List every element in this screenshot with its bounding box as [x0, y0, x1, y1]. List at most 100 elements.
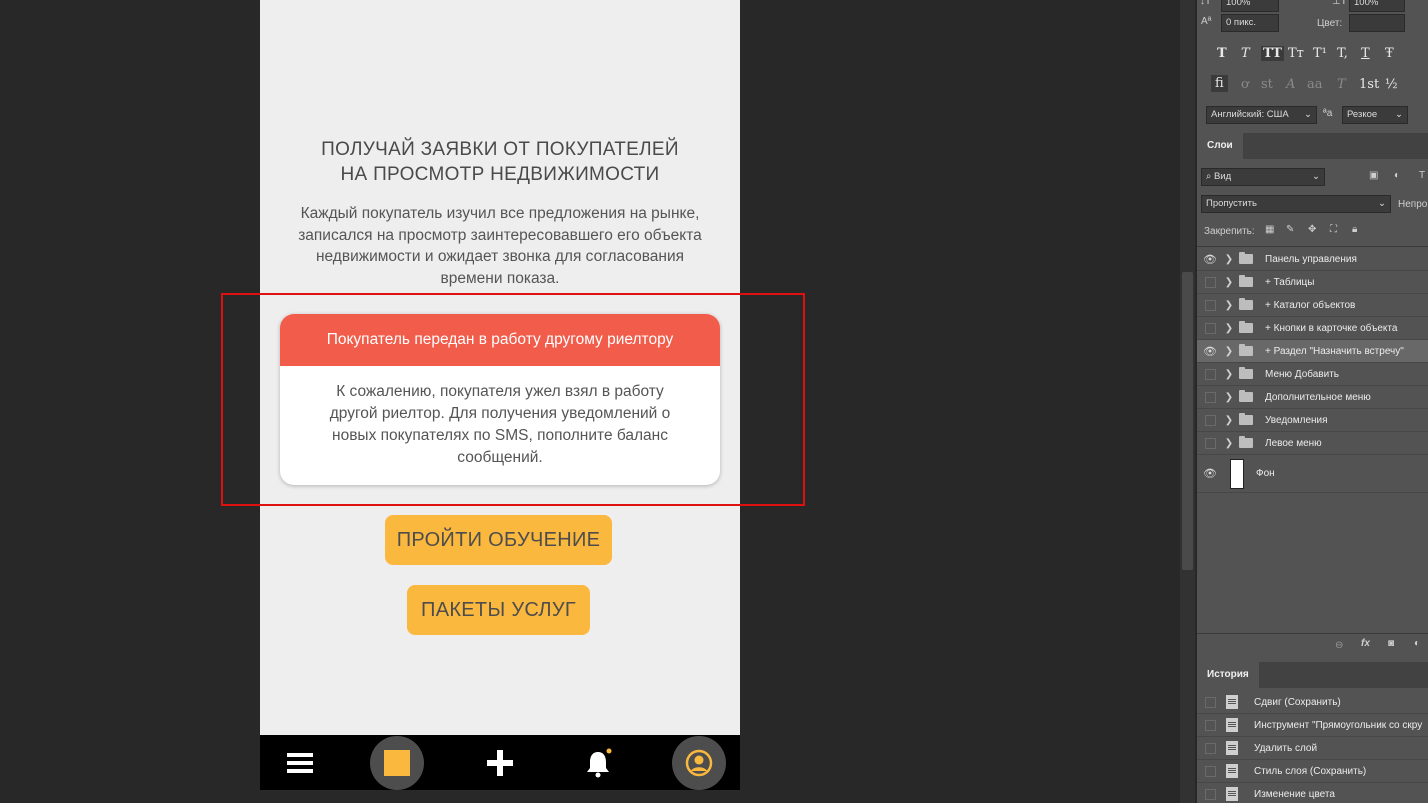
chevron-right-icon[interactable]: ❯: [1223, 369, 1235, 380]
layer-name: Дополнительное меню: [1265, 391, 1371, 403]
eye-icon[interactable]: 👁︎: [1197, 467, 1223, 480]
visibility-toggle[interactable]: [1197, 414, 1223, 426]
profile-tab[interactable]: [671, 735, 727, 790]
lock-transparency-icon[interactable]: ▦: [1265, 224, 1274, 235]
layer-row[interactable]: ❯ + Таблицы: [1197, 271, 1428, 294]
photoshop-window: { "mockup": { "heading_line1": "ПОЛУЧАЙ …: [0, 0, 1428, 803]
history-item[interactable]: Удалить слой: [1197, 737, 1428, 760]
fractions-icon[interactable]: ½: [1385, 77, 1398, 92]
tab-history[interactable]: История: [1197, 662, 1259, 688]
visibility-toggle[interactable]: [1197, 322, 1223, 334]
folder-icon: [1239, 321, 1253, 333]
adjustment-layer-icon[interactable]: ◐: [1414, 638, 1420, 649]
layer-row[interactable]: ❯ Левое меню: [1197, 432, 1428, 455]
color-swatch[interactable]: [1349, 14, 1405, 32]
stylistic-alternates-icon[interactable]: st: [1261, 77, 1273, 92]
notifications-tab[interactable]: [578, 735, 618, 790]
history-label: Сдвиг (Сохранить): [1254, 696, 1341, 708]
underline-icon[interactable]: T: [1361, 46, 1370, 61]
layer-name: + Каталог объектов: [1265, 299, 1356, 311]
image-filter-icon[interactable]: ▣: [1369, 170, 1378, 181]
history-item[interactable]: Стиль слоя (Сохранить): [1197, 760, 1428, 783]
eye-icon[interactable]: 👁︎: [1197, 345, 1223, 358]
strikethrough-icon[interactable]: Ŧ: [1385, 46, 1394, 61]
history-checkbox[interactable]: [1205, 765, 1216, 777]
history-checkbox[interactable]: [1205, 742, 1216, 754]
training-button[interactable]: ПРОЙТИ ОБУЧЕНИЕ: [385, 515, 612, 565]
chevron-right-icon[interactable]: ❯: [1223, 346, 1235, 357]
tracking-field[interactable]: 100%: [1349, 0, 1405, 12]
layer-row-selected[interactable]: 👁︎ ❯ + Раздел "Назначить встречу": [1197, 340, 1428, 363]
ordinals-alt-icon[interactable]: T: [1337, 77, 1346, 92]
search-icon: ⌕: [1206, 171, 1214, 182]
chevron-down-icon: ⌄: [1395, 109, 1403, 120]
service-packages-button[interactable]: ПАКЕТЫ УСЛУГ: [407, 585, 590, 635]
lock-all-icon[interactable]: 🔒︎: [1352, 224, 1357, 235]
lock-move-icon[interactable]: ✥: [1308, 224, 1316, 235]
layer-row[interactable]: ❯ Дополнительное меню: [1197, 386, 1428, 409]
subscript-icon[interactable]: T,: [1337, 46, 1348, 61]
visibility-toggle[interactable]: [1197, 276, 1223, 288]
baseline-icon: Aª: [1201, 16, 1212, 27]
history-checkbox[interactable]: [1205, 719, 1216, 731]
background-layer-row[interactable]: 👁︎ Фон: [1197, 455, 1428, 493]
blend-mode-select[interactable]: Пропустить ⌄: [1201, 195, 1391, 213]
user-icon: [685, 749, 713, 776]
chevron-right-icon[interactable]: ❯: [1223, 438, 1235, 449]
chevron-right-icon[interactable]: ❯: [1223, 277, 1235, 288]
hamburger-icon: [287, 752, 313, 773]
small-caps-icon[interactable]: Tт: [1288, 46, 1304, 61]
ligatures-icon[interactable]: fi: [1211, 75, 1228, 92]
lock-artboard-icon[interactable]: ⛶: [1330, 224, 1337, 235]
all-caps-icon[interactable]: TT: [1261, 46, 1284, 61]
add-tab[interactable]: [480, 735, 520, 790]
layer-row[interactable]: ❯ + Кнопки в карточке объекта: [1197, 317, 1428, 340]
titling-alternates-icon[interactable]: aa: [1307, 77, 1323, 92]
swash-icon[interactable]: A: [1286, 77, 1295, 92]
leading-field[interactable]: 100%: [1221, 0, 1279, 12]
folder-icon: [1239, 344, 1253, 356]
language-select[interactable]: Английский: США ⌄: [1206, 106, 1317, 124]
visibility-toggle[interactable]: [1197, 391, 1223, 403]
folder-icon: [1239, 275, 1253, 287]
chevron-right-icon[interactable]: ❯: [1223, 415, 1235, 426]
faux-italic-icon[interactable]: T: [1241, 46, 1250, 61]
visibility-toggle[interactable]: [1197, 368, 1223, 380]
lock-brush-icon[interactable]: ✎: [1286, 224, 1294, 235]
history-item[interactable]: Сдвиг (Сохранить): [1197, 691, 1428, 714]
eye-icon[interactable]: 👁︎: [1197, 253, 1223, 266]
baseline-shift-field[interactable]: 0 пикс.: [1221, 14, 1279, 32]
layer-row[interactable]: ❯ Меню Добавить: [1197, 363, 1428, 386]
chevron-right-icon[interactable]: ❯: [1223, 392, 1235, 403]
home-tab[interactable]: [369, 735, 425, 790]
history-checkbox[interactable]: [1205, 788, 1216, 800]
intro-line: недвижимости и ожидает звонка для соглас…: [315, 248, 685, 265]
link-layers-icon[interactable]: ⊖: [1335, 640, 1343, 651]
layer-row[interactable]: ❯ + Каталог объектов: [1197, 294, 1428, 317]
history-item[interactable]: Инструмент "Прямоугольник со скру: [1197, 714, 1428, 737]
type-filter-icon[interactable]: T: [1419, 170, 1425, 181]
old-style-icon[interactable]: ơ: [1241, 77, 1249, 92]
chevron-right-icon[interactable]: ❯: [1223, 254, 1235, 265]
layer-row[interactable]: ❯ Уведомления: [1197, 409, 1428, 432]
tab-layers[interactable]: Слои: [1197, 133, 1243, 159]
chevron-right-icon[interactable]: ❯: [1223, 323, 1235, 334]
faux-bold-icon[interactable]: T: [1217, 46, 1227, 61]
layer-row[interactable]: 👁︎ ❯ Панель управления: [1197, 248, 1428, 271]
menu-tab[interactable]: [280, 735, 320, 790]
adjustment-filter-icon[interactable]: ◐: [1394, 170, 1400, 181]
add-mask-icon[interactable]: ◙: [1388, 638, 1394, 649]
superscript-icon[interactable]: T¹: [1313, 46, 1327, 61]
chevron-right-icon[interactable]: ❯: [1223, 300, 1235, 311]
ordinals-icon[interactable]: 1st: [1359, 77, 1379, 92]
canvas-scrollbar-thumb[interactable]: [1182, 272, 1193, 570]
visibility-toggle[interactable]: [1197, 437, 1223, 449]
visibility-toggle[interactable]: [1197, 299, 1223, 311]
history-item[interactable]: Изменение цвета: [1197, 783, 1428, 803]
history-checkbox[interactable]: [1205, 696, 1216, 708]
fx-icon[interactable]: fx: [1361, 638, 1370, 649]
antialias-value: Резкое: [1347, 109, 1378, 120]
layer-filter-select[interactable]: ⌕ Вид ⌄: [1201, 168, 1325, 186]
folder-icon: [1239, 436, 1253, 448]
antialias-select[interactable]: Резкое ⌄: [1342, 106, 1408, 124]
